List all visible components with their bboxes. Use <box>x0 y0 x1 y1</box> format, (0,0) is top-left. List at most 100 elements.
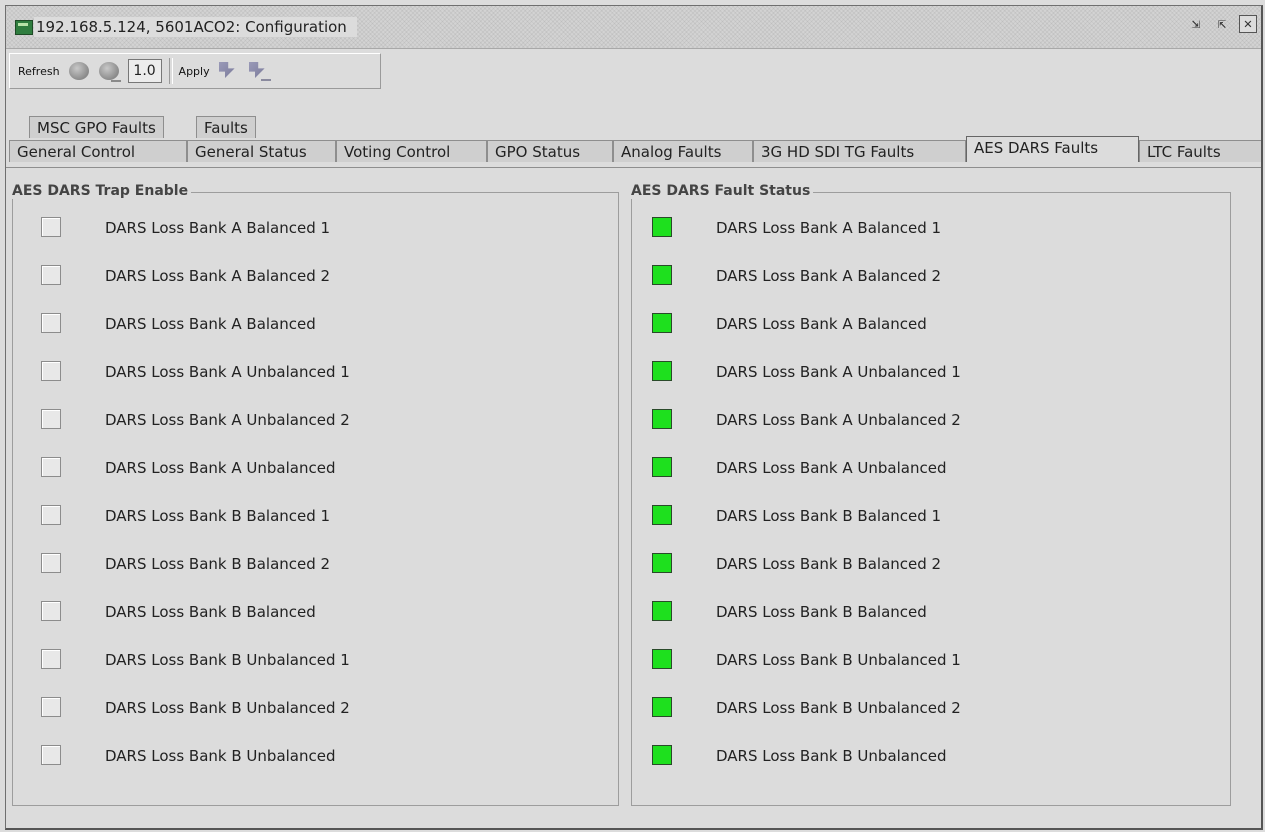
fault-status-label: DARS Loss Bank B Balanced <box>716 603 927 621</box>
trap-enable-label: DARS Loss Bank B Unbalanced <box>105 747 336 765</box>
trap-enable-panel: AES DARS Trap Enable DARS Loss Bank A Ba… <box>12 183 619 806</box>
tab-msc-gpo-faults[interactable]: MSC GPO Faults <box>29 116 164 138</box>
fault-status-label: DARS Loss Bank A Balanced <box>716 315 927 333</box>
trap-enable-checkbox[interactable] <box>41 601 61 621</box>
trap-enable-row: DARS Loss Bank A Unbalanced 2 <box>13 409 618 431</box>
trap-enable-row: DARS Loss Bank A Unbalanced <box>13 457 618 479</box>
fault-status-title: AES DARS Fault Status <box>631 183 814 199</box>
status-indicator-icon <box>652 601 672 621</box>
refresh-button[interactable]: Refresh <box>18 65 60 78</box>
fault-status-row: DARS Loss Bank B Unbalanced 1 <box>632 649 1230 671</box>
trap-enable-row: DARS Loss Bank B Balanced 2 <box>13 553 618 575</box>
trap-enable-checkbox[interactable] <box>41 217 61 237</box>
fault-status-row: DARS Loss Bank B Balanced 2 <box>632 553 1230 575</box>
status-indicator-icon <box>652 745 672 765</box>
fault-status-label: DARS Loss Bank B Unbalanced <box>716 747 947 765</box>
trap-enable-label: DARS Loss Bank B Balanced <box>105 603 316 621</box>
trap-enable-checkbox[interactable] <box>41 313 61 333</box>
fault-status-row: DARS Loss Bank A Balanced <box>632 313 1230 335</box>
fault-status-label: DARS Loss Bank A Balanced 2 <box>716 267 942 285</box>
trap-enable-label: DARS Loss Bank B Balanced 2 <box>105 555 331 573</box>
trap-enable-row: DARS Loss Bank B Balanced <box>13 601 618 623</box>
trap-enable-checkbox[interactable] <box>41 649 61 669</box>
status-indicator-icon <box>652 409 672 429</box>
trap-enable-label: DARS Loss Bank A Balanced 2 <box>105 267 331 285</box>
title-bar[interactable]: 192.168.5.124, 5601ACO2: Configuration ⇲… <box>6 6 1261 49</box>
tab-gpo-status[interactable]: GPO Status <box>487 140 613 162</box>
trap-enable-label: DARS Loss Bank B Unbalanced 2 <box>105 699 350 717</box>
apply-icon[interactable] <box>216 59 242 83</box>
status-indicator-icon <box>652 505 672 525</box>
trap-enable-checkbox[interactable] <box>41 265 61 285</box>
tab-faults[interactable]: Faults <box>196 116 256 138</box>
trap-enable-row: DARS Loss Bank B Unbalanced 1 <box>13 649 618 671</box>
trap-enable-label: DARS Loss Bank A Unbalanced 1 <box>105 363 350 381</box>
version-field[interactable]: 1.0 <box>127 59 162 83</box>
status-indicator-icon <box>652 649 672 669</box>
fault-status-label: DARS Loss Bank B Unbalanced 1 <box>716 651 961 669</box>
fault-status-label: DARS Loss Bank B Balanced 2 <box>716 555 942 573</box>
trap-enable-label: DARS Loss Bank A Balanced <box>105 315 316 333</box>
trap-enable-row: DARS Loss Bank A Balanced <box>13 313 618 335</box>
fault-status-row: DARS Loss Bank A Unbalanced 1 <box>632 361 1230 383</box>
fault-status-label: DARS Loss Bank B Unbalanced 2 <box>716 699 961 717</box>
tab-general-status[interactable]: General Status <box>187 140 336 162</box>
trap-enable-row: DARS Loss Bank A Balanced 2 <box>13 265 618 287</box>
fault-status-label: DARS Loss Bank A Balanced 1 <box>716 219 942 237</box>
fault-status-label: DARS Loss Bank B Balanced 1 <box>716 507 942 525</box>
fault-status-label: DARS Loss Bank A Unbalanced <box>716 459 947 477</box>
status-indicator-icon <box>652 553 672 573</box>
fault-status-label: DARS Loss Bank A Unbalanced 2 <box>716 411 961 429</box>
trap-enable-label: DARS Loss Bank A Unbalanced 2 <box>105 411 350 429</box>
fault-status-row: DARS Loss Bank A Balanced 2 <box>632 265 1230 287</box>
status-indicator-icon <box>652 361 672 381</box>
trap-enable-label: DARS Loss Bank B Balanced 1 <box>105 507 331 525</box>
refresh-icon[interactable] <box>67 59 91 83</box>
tab-aes-dars-faults[interactable]: AES DARS Faults <box>966 136 1139 162</box>
trap-enable-checkbox[interactable] <box>41 361 61 381</box>
trap-enable-checkbox[interactable] <box>41 505 61 525</box>
toolbar: Refresh 1.0 Apply <box>9 53 381 89</box>
trap-enable-checkbox[interactable] <box>41 409 61 429</box>
detach-icon[interactable]: ⇲ <box>1187 15 1205 33</box>
trap-enable-label: DARS Loss Bank B Unbalanced 1 <box>105 651 350 669</box>
fault-status-row: DARS Loss Bank B Unbalanced <box>632 745 1230 767</box>
fault-status-panel: AES DARS Fault Status DARS Loss Bank A B… <box>631 183 1231 806</box>
trap-enable-row: DARS Loss Bank B Unbalanced <box>13 745 618 767</box>
apply-all-icon[interactable] <box>246 59 272 83</box>
tab-ltc-faults[interactable]: LTC Faults <box>1139 140 1261 162</box>
refresh-all-icon[interactable] <box>97 59 121 83</box>
fault-status-row: DARS Loss Bank B Balanced <box>632 601 1230 623</box>
fault-status-row: DARS Loss Bank B Unbalanced 2 <box>632 697 1230 719</box>
trap-enable-row: DARS Loss Bank B Balanced 1 <box>13 505 618 527</box>
status-indicator-icon <box>652 313 672 333</box>
trap-enable-title: AES DARS Trap Enable <box>12 183 192 199</box>
toolbar-separator <box>168 58 173 84</box>
device-icon <box>15 20 33 35</box>
trap-enable-checkbox[interactable] <box>41 745 61 765</box>
trap-enable-row: DARS Loss Bank B Unbalanced 2 <box>13 697 618 719</box>
tab-baseline <box>6 167 1261 168</box>
trap-enable-checkbox[interactable] <box>41 457 61 477</box>
maximize-icon[interactable]: ⇱ <box>1213 15 1231 33</box>
trap-enable-checkbox[interactable] <box>41 553 61 573</box>
window-title: 192.168.5.124, 5601ACO2: Configuration <box>34 17 357 37</box>
tab-voting-control[interactable]: Voting Control <box>336 140 487 162</box>
trap-enable-checkbox[interactable] <box>41 697 61 717</box>
status-indicator-icon <box>652 217 672 237</box>
close-icon[interactable]: ✕ <box>1239 15 1257 33</box>
status-indicator-icon <box>652 697 672 717</box>
trap-enable-row: DARS Loss Bank A Unbalanced 1 <box>13 361 618 383</box>
fault-status-label: DARS Loss Bank A Unbalanced 1 <box>716 363 961 381</box>
tab-3g-hd-sdi-tg-faults[interactable]: 3G HD SDI TG Faults <box>753 140 966 162</box>
trap-enable-row: DARS Loss Bank A Balanced 1 <box>13 217 618 239</box>
fault-status-row: DARS Loss Bank A Balanced 1 <box>632 217 1230 239</box>
fault-status-row: DARS Loss Bank A Unbalanced 2 <box>632 409 1230 431</box>
tab-general-control[interactable]: General Control <box>9 140 187 162</box>
fault-status-row: DARS Loss Bank B Balanced 1 <box>632 505 1230 527</box>
tab-analog-faults[interactable]: Analog Faults <box>613 140 753 162</box>
apply-button[interactable]: Apply <box>179 65 210 78</box>
trap-enable-label: DARS Loss Bank A Balanced 1 <box>105 219 331 237</box>
config-window: 192.168.5.124, 5601ACO2: Configuration ⇲… <box>5 5 1263 830</box>
status-indicator-icon <box>652 265 672 285</box>
